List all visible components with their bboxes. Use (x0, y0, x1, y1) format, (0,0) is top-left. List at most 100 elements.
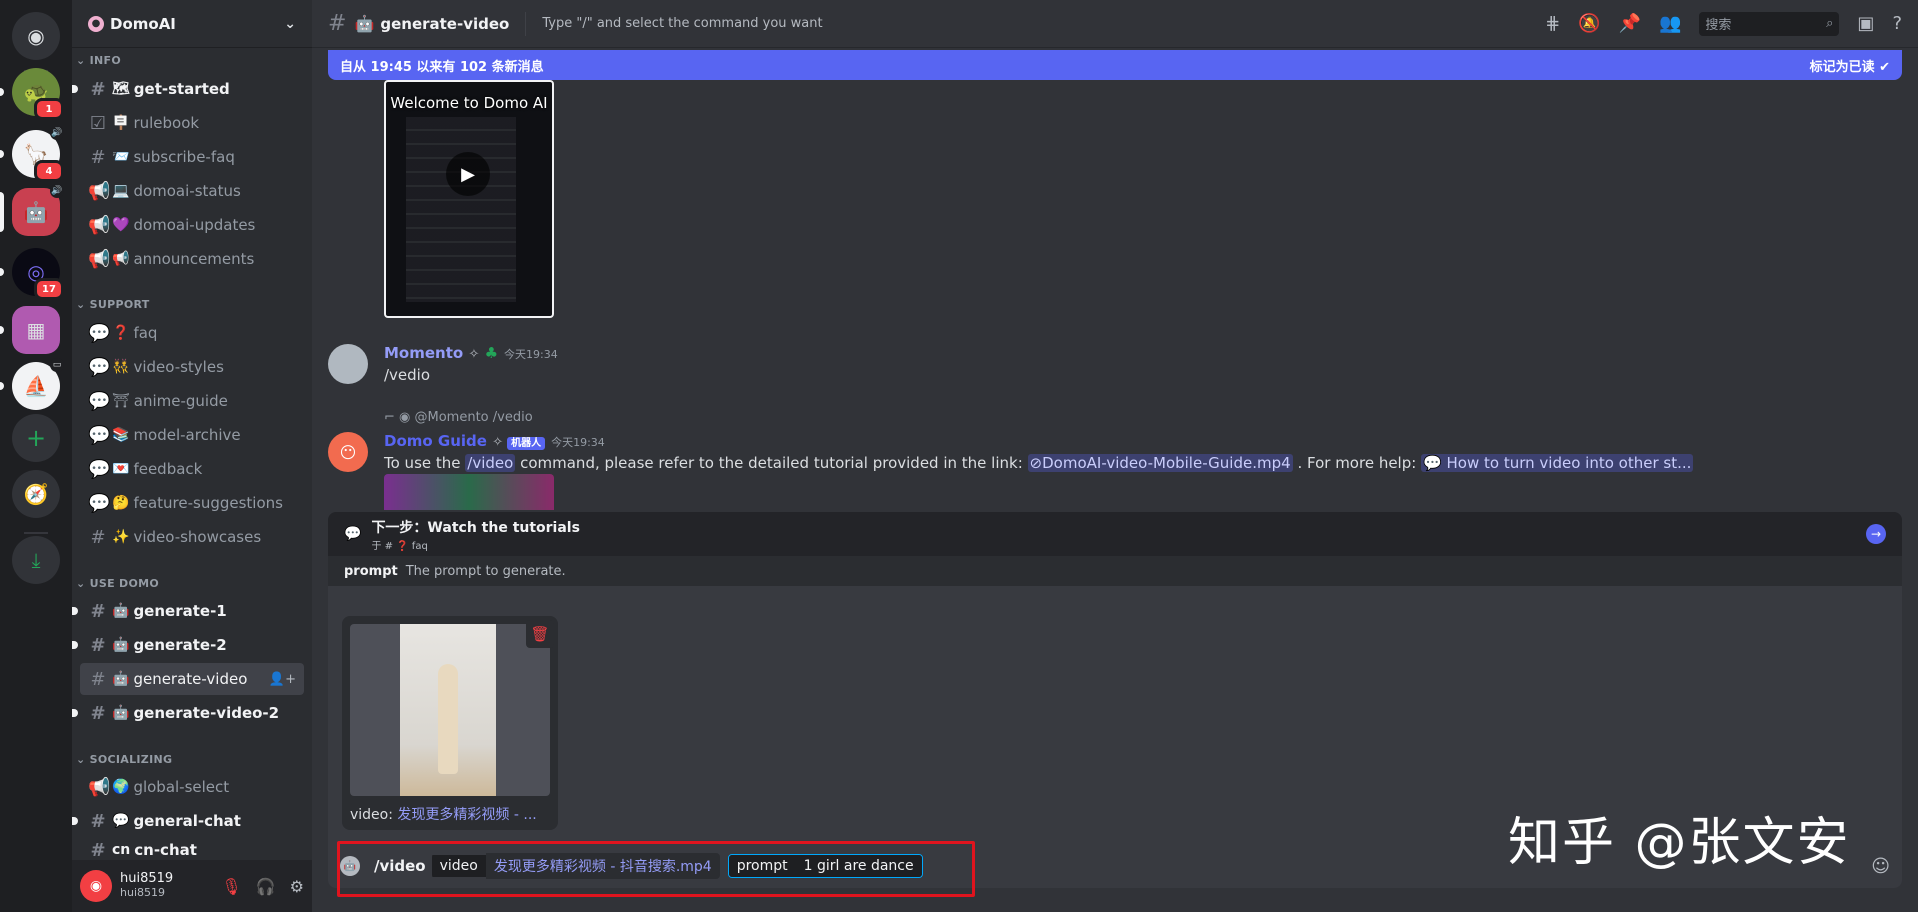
channel-emoji: 🤖 (112, 705, 130, 721)
channel-video-styles[interactable]: 💬 👯 video-styles (80, 351, 304, 383)
channel-subscribe-faq[interactable]: # 📨 subscribe-faq (80, 141, 304, 173)
attachment-preview (350, 624, 550, 796)
reply-preview[interactable]: ⌐ ◉ @Momento /vedio (384, 410, 533, 425)
option-prompt[interactable]: prompt 1 girl are dance (727, 854, 923, 878)
download-icon[interactable]: ⤓ (12, 536, 60, 584)
embed-image[interactable] (384, 474, 554, 510)
channel-generate-video-2[interactable]: # 🤖 generate-video-2 (72, 697, 304, 729)
mic-muted-icon[interactable]: 🎙 (221, 877, 241, 896)
user-name: hui8519 (120, 871, 174, 886)
channel-topic[interactable]: Type "/" and select the command you want (525, 11, 823, 36)
channel-label: video-showcases (133, 528, 262, 546)
category-use-domo[interactable]: ⌄ USE DOMO (72, 577, 159, 590)
channel-label: get-started (133, 80, 230, 98)
channel-emoji: cn (112, 842, 131, 858)
channel-global-select[interactable]: 📢 🌍 global-select (80, 771, 304, 803)
channel-label: rulebook (133, 114, 200, 132)
server-orbit-icon[interactable]: ◎ 17 (0, 248, 64, 300)
channel-get-started[interactable]: # 🗺 get-started (72, 73, 304, 105)
new-messages-text: 自从 19:45 以来有 102 条新消息 (340, 59, 544, 75)
text-segment: . For more help: (1297, 454, 1417, 472)
play-icon[interactable]: ▶ (446, 152, 490, 196)
emoji-icon[interactable]: ☺ (1871, 856, 1890, 877)
channel-generate-1[interactable]: # 🤖 generate-1 (72, 595, 304, 627)
channel-general-chat[interactable]: # 💬 general-chat (72, 805, 304, 837)
notification-muted-icon[interactable]: 🔕 (1578, 13, 1600, 34)
gear-icon[interactable]: ⚙ (290, 877, 304, 896)
headphones-icon[interactable]: 🎧 (256, 877, 276, 896)
command-mention[interactable]: /video (465, 454, 516, 472)
channel-label: generate-video (133, 670, 248, 688)
members-icon[interactable]: 👥 (1659, 13, 1681, 34)
option-value: 发现更多精彩视频 - 抖音搜索.mp4 (485, 853, 720, 879)
trash-icon[interactable]: 🗑 (526, 620, 554, 648)
channel-faq[interactable]: 💬 ❓ faq (80, 317, 304, 349)
unread-badge: 4 (34, 160, 64, 182)
thread-link[interactable]: 💬 How to turn video into other st... (1421, 454, 1694, 472)
hash-icon: # (90, 600, 106, 622)
add-server-icon[interactable]: + (12, 414, 60, 462)
attachment-card[interactable]: 🗑 video: 发现更多精彩视频 - ... (342, 616, 558, 830)
author-name: Momento (384, 344, 464, 362)
arrow-right-icon[interactable]: → (1866, 524, 1886, 544)
threads-icon[interactable]: ⋕ (1545, 13, 1560, 34)
channel-domoai-updates[interactable]: 📢 💜 domoai-updates (80, 209, 304, 241)
megaphone-icon: 📢 (88, 214, 111, 236)
hash-icon: # (90, 634, 106, 656)
option-desc: The prompt to generate. (405, 563, 566, 579)
channel-video-showcases[interactable]: # ✨ video-showcases (80, 521, 304, 553)
channel-announcements[interactable]: 📢 📢 announcements (80, 243, 304, 275)
mark-read-button[interactable]: 标记为已读 ✔ (1810, 56, 1890, 75)
message-author[interactable]: Domo Guide ✧ 机器人 今天19:34 (384, 432, 605, 450)
chevron-down-icon[interactable]: ⌄ (284, 16, 296, 32)
message-author[interactable]: Momento ✧ ♣ 今天19:34 (384, 344, 558, 362)
message-time: 今天19:34 (551, 436, 605, 449)
channel-anime-guide[interactable]: 💬 ⛩ anime-guide (80, 385, 304, 417)
category-socializing[interactable]: ⌄ SOCIALIZING (72, 753, 172, 766)
guild-icon: ● (88, 15, 104, 32)
server-domoai-icon[interactable]: 🤖 🔊 (0, 184, 64, 236)
user-avatar[interactable]: ◉ (80, 870, 112, 902)
inbox-icon[interactable]: ▣ (1857, 13, 1874, 34)
category-label: SUPPORT (89, 298, 150, 311)
channel-model-archive[interactable]: 💬 📚 model-archive (80, 419, 304, 451)
bot-avatar[interactable]: 😶 (328, 432, 368, 472)
category-info[interactable]: ⌄ INFO (72, 54, 121, 67)
avatar[interactable] (328, 344, 368, 384)
server-qr-icon[interactable]: ▦ (0, 306, 60, 354)
channel-domoai-status[interactable]: 📢 💻 domoai-status (80, 175, 304, 207)
category-support[interactable]: ⌄ SUPPORT (72, 298, 150, 311)
server-llama-icon[interactable]: 🦙 🔊 4 (0, 126, 64, 182)
new-messages-bar[interactable]: 自从 19:45 以来有 102 条新消息 标记为已读 ✔ (328, 50, 1902, 80)
channel-feature-suggestions[interactable]: 💬 🤔 feature-suggestions (80, 487, 304, 519)
video-embed[interactable]: Welcome to Domo AI ▶ (384, 80, 554, 318)
server-sailboat-icon[interactable]: ⛵ ▭ (0, 358, 64, 410)
channel-cn-chat[interactable]: # cn cn-chat (80, 839, 304, 861)
guild-header[interactable]: ● DomoAI ⌄ (72, 0, 312, 48)
channel-generate-video[interactable]: # 🤖 generate-video 👤+ (80, 663, 304, 695)
channel-rulebook[interactable]: ☑ 🪧 rulebook (80, 107, 304, 139)
help-icon[interactable]: ? (1892, 13, 1902, 34)
slash-command[interactable]: /video (374, 857, 426, 875)
user-info[interactable]: hui8519 hui8519 (120, 872, 173, 900)
pin-icon[interactable]: 📌 (1619, 13, 1641, 34)
server-turtle-icon[interactable]: 🐢 1 (0, 68, 64, 120)
next-step-sub: 于 # ❓ faq (371, 540, 428, 552)
channel-emoji: ❓ (112, 325, 130, 341)
channel-emoji: 💬 (112, 813, 130, 829)
next-step-bar[interactable]: 💬 下一步：Watch the tutorials 于 # ❓ faq → (328, 512, 1902, 556)
speaker-icon: 🔊 (50, 184, 64, 198)
invite-icon[interactable]: 👤+ (269, 672, 296, 687)
attachment-link[interactable]: ⊘DomoAI-video-Mobile-Guide.mp4 (1027, 454, 1293, 472)
search-input[interactable]: 搜索 ⌕ (1699, 11, 1840, 36)
explore-icon[interactable]: 🧭 (12, 470, 60, 518)
channel-generate-2[interactable]: # 🤖 generate-2 (72, 629, 304, 661)
channel-emoji: 👯 (112, 359, 130, 375)
discord-home-icon[interactable]: ◉ (12, 12, 60, 60)
channel-feedback[interactable]: 💬 💌 feedback (80, 453, 304, 485)
message-time: 今天19:34 (504, 348, 558, 361)
channel-label: faq (133, 324, 158, 342)
option-video[interactable]: video 发现更多精彩视频 - 抖音搜索.mp4 (431, 853, 720, 879)
channel-emoji: 🤔 (112, 495, 130, 511)
megaphone-icon: 📢 (88, 776, 111, 798)
